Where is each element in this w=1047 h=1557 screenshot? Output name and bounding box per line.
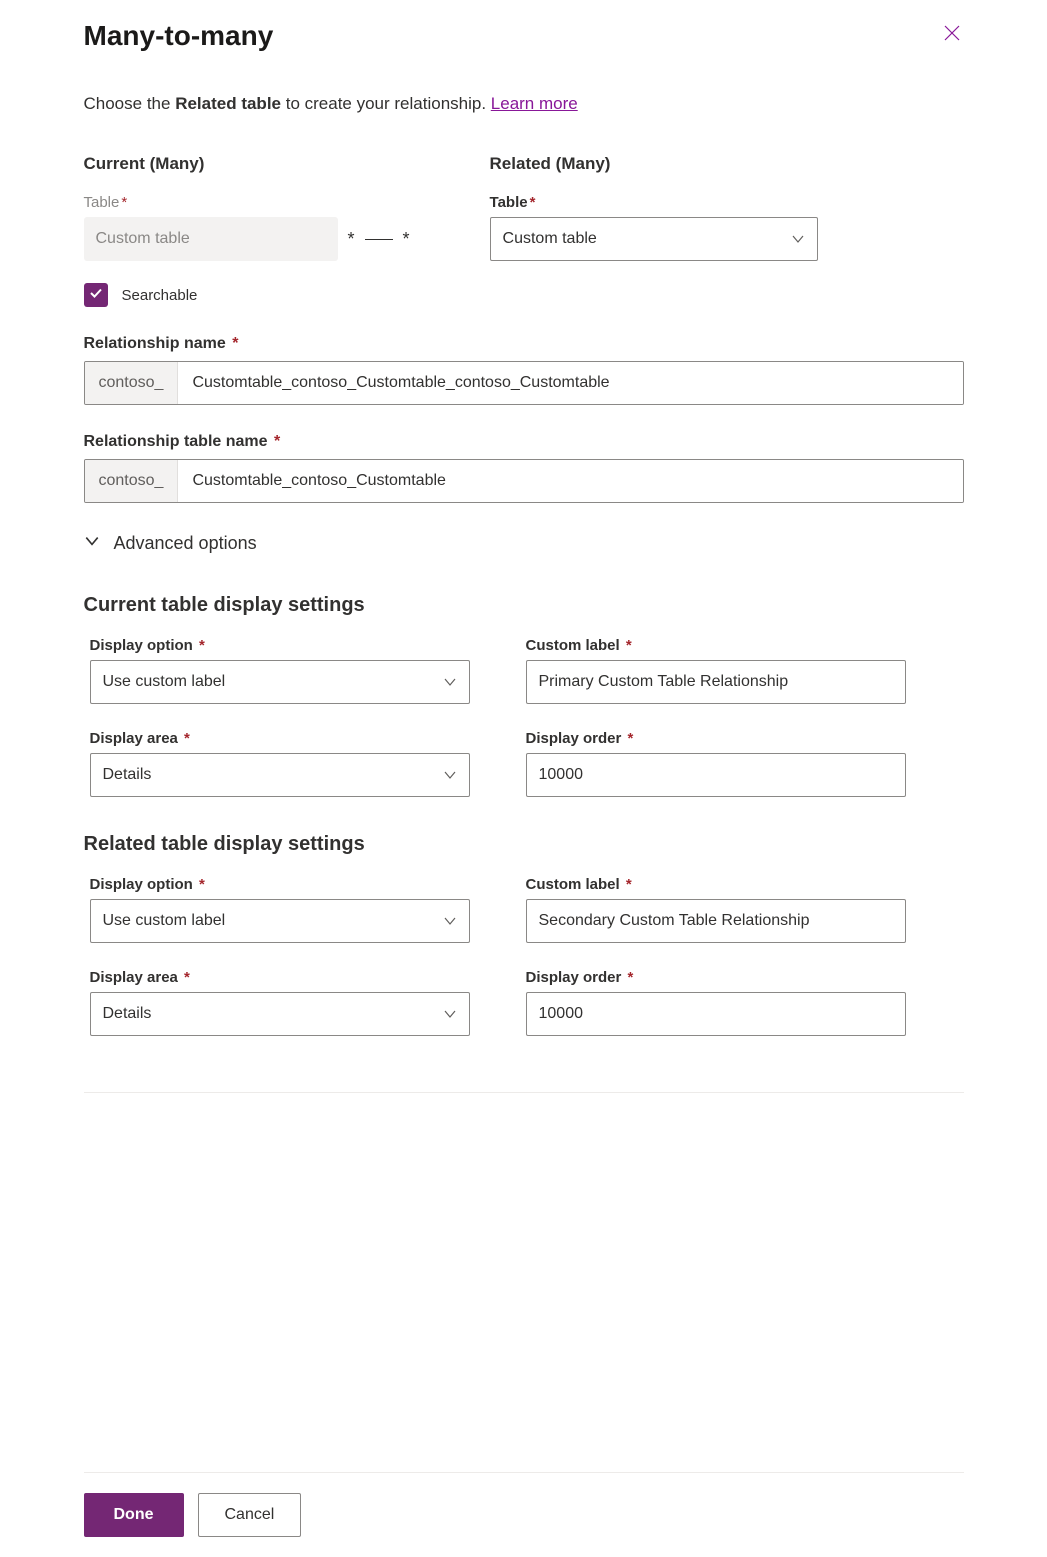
related-custom-label-label: Custom label * <box>526 876 964 893</box>
intro-prefix: Choose the <box>84 94 176 113</box>
related-table-select[interactable]: Custom table <box>490 217 818 261</box>
chevron-down-icon <box>443 1007 457 1021</box>
current-settings-heading: Current table display settings <box>84 594 964 617</box>
chevron-down-icon <box>443 768 457 782</box>
current-display-option-select[interactable]: Use custom label <box>90 660 470 704</box>
rel-table-name-input[interactable] <box>178 460 962 502</box>
current-display-area-value: Details <box>103 766 152 784</box>
related-display-order-label: Display order * <box>526 969 964 986</box>
advanced-options-label: Advanced options <box>114 533 257 554</box>
related-display-area-label: Display area * <box>90 969 470 986</box>
cardinality-star-left: * <box>348 229 355 250</box>
checkmark-icon <box>89 286 103 304</box>
current-display-order-label: Display order * <box>526 730 964 747</box>
current-display-option-label: Display option * <box>90 637 470 654</box>
intro-suffix: to create your relationship. <box>281 94 491 113</box>
intro-text: Choose the Related table to create your … <box>84 94 964 114</box>
related-table-value: Custom table <box>503 230 597 248</box>
related-display-option-value: Use custom label <box>103 912 226 930</box>
advanced-options-toggle[interactable]: Advanced options <box>84 533 964 554</box>
current-heading: Current (Many) <box>84 154 410 174</box>
rel-name-input[interactable] <box>178 362 962 404</box>
rel-table-name-prefix: contoso_ <box>85 460 179 502</box>
current-custom-label-label: Custom label * <box>526 637 964 654</box>
current-display-area-select[interactable]: Details <box>90 753 470 797</box>
related-settings-heading: Related table display settings <box>84 833 964 856</box>
done-button[interactable]: Done <box>84 1493 184 1537</box>
related-display-order-input[interactable] <box>526 992 906 1036</box>
footer: Done Cancel <box>84 1472 964 1537</box>
rel-table-name-field[interactable]: contoso_ <box>84 459 964 503</box>
related-table-label: Table* <box>490 194 818 211</box>
intro-bold: Related table <box>175 94 281 113</box>
related-display-option-select[interactable]: Use custom label <box>90 899 470 943</box>
related-heading: Related (Many) <box>490 154 818 174</box>
searchable-checkbox[interactable] <box>84 283 108 307</box>
current-display-order-input[interactable] <box>526 753 906 797</box>
cardinality-star-right: * <box>403 229 410 250</box>
chevron-down-icon <box>443 675 457 689</box>
related-display-area-value: Details <box>103 1005 152 1023</box>
rel-name-prefix: contoso_ <box>85 362 179 404</box>
chevron-down-icon <box>443 914 457 928</box>
panel-title: Many-to-many <box>84 20 274 52</box>
cancel-button[interactable]: Cancel <box>198 1493 302 1537</box>
rel-name-field[interactable]: contoso_ <box>84 361 964 405</box>
cardinality-line-icon <box>365 239 393 240</box>
current-table-field: Custom table <box>84 217 338 261</box>
related-display-option-label: Display option * <box>90 876 470 893</box>
current-display-option-value: Use custom label <box>103 673 226 691</box>
rel-name-label: Relationship name * <box>84 335 964 353</box>
related-display-area-select[interactable]: Details <box>90 992 470 1036</box>
chevron-down-icon <box>84 533 100 554</box>
close-icon <box>944 24 960 46</box>
chevron-down-icon <box>791 232 805 246</box>
searchable-label: Searchable <box>122 287 198 304</box>
learn-more-link[interactable]: Learn more <box>491 94 578 113</box>
rel-table-name-label: Relationship table name * <box>84 433 964 451</box>
current-table-label: Table* <box>84 194 410 211</box>
related-custom-label-input[interactable] <box>526 899 906 943</box>
current-display-area-label: Display area * <box>90 730 470 747</box>
close-button[interactable] <box>940 20 964 51</box>
divider <box>84 1092 964 1093</box>
current-custom-label-input[interactable] <box>526 660 906 704</box>
